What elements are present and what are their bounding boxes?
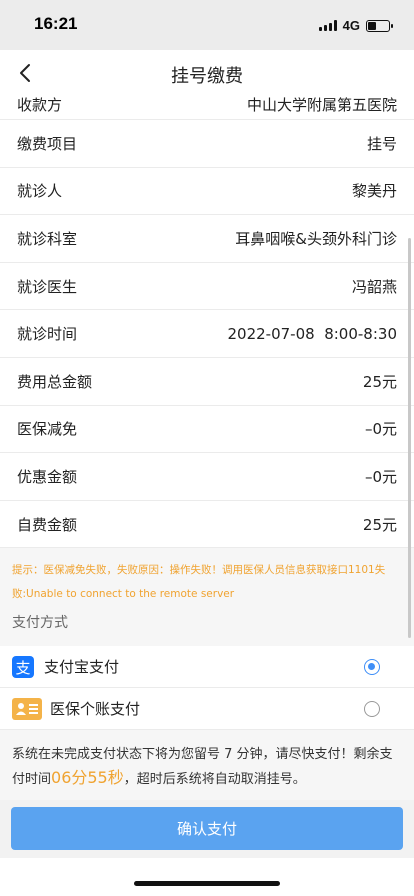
payment-option-label: 支付宝支付 [44,658,120,677]
page-title: 挂号缴费 [171,66,243,87]
tip-text-end: ，超时后系统将自动取消挂号。 [123,772,306,788]
footer-strip [0,858,414,896]
status-time: 16:21 [34,14,78,33]
svg-text:支: 支 [15,659,30,677]
payment-option-label: 医保个账支付 [50,700,141,719]
row-value: 25元 [362,372,397,391]
row-value: 中山大学附属第五医院 [246,96,397,114]
row-label: 优惠金额 [17,467,78,486]
payment-tip: 系统在未完成支付状态下将为您留号 7 分钟，请尽快支付！剩余支付时间06分55秒… [0,730,414,800]
row-label: 就诊科室 [17,229,78,248]
row-label: 费用总金额 [17,372,93,391]
radio-medical-card[interactable] [364,701,380,718]
detail-row-item: 缴费项目 挂号 [0,120,414,168]
content-scroll[interactable]: 收款方 中山大学附属第五医院 缴费项目 挂号 就诊人 黎美丹 就诊科室 耳鼻咽喉… [0,96,414,800]
row-value: 耳鼻咽喉&头颈外科门诊 [235,229,397,248]
detail-row-doctor: 就诊医生 冯韶燕 [0,262,414,311]
signal-icon [318,20,337,31]
error-notice: 提示：医保减免失败，失败原因：操作失败！调用医保人员信息获取接口1101失败:U… [0,548,414,613]
row-label: 收款方 [17,96,63,114]
detail-row-time: 就诊时间 2022-07-08 8:00-8:30 [0,310,414,358]
detail-row-discount: 优惠金额 –0元 [0,453,414,501]
row-value: 25元 [362,515,397,534]
network-type: 4G [342,18,360,33]
payment-option-alipay[interactable]: 支 支付宝支付 [0,646,414,689]
row-value: 冯韶燕 [351,277,397,296]
scrollbar[interactable] [408,238,411,638]
countdown-timer: 06分55秒 [51,768,124,788]
bottom-area: 确认支付 [0,800,414,896]
detail-row-department: 就诊科室 耳鼻咽喉&头颈外科门诊 [0,215,414,263]
nav-bar: 挂号缴费 [0,50,414,96]
detail-row-self-pay: 自费金额 25元 [0,500,414,549]
alipay-icon: 支 [12,655,34,678]
row-value: –0元 [364,420,397,439]
detail-row-patient: 就诊人 黎美丹 [0,167,414,216]
payment-section-title: 支付方式 [0,612,414,647]
row-label: 就诊人 [17,182,63,201]
row-value: 挂号 [366,134,397,153]
payment-option-medical-card[interactable]: 医保个账支付 [0,688,414,731]
row-value: –0元 [364,467,397,486]
row-label: 就诊时间 [17,325,78,344]
confirm-pay-button[interactable]: 确认支付 [11,807,403,850]
row-value: 黎美丹 [351,182,397,201]
status-indicators: 4G [318,18,393,33]
battery-icon [366,19,393,32]
row-label: 自费金额 [17,515,78,534]
row-label: 就诊医生 [17,277,78,296]
medical-card-icon [12,697,42,720]
home-indicator[interactable] [134,881,280,886]
row-label: 缴费项目 [17,134,78,153]
detail-row-payee: 收款方 中山大学附属第五医院 [0,96,414,120]
detail-row-total: 费用总金额 25元 [0,357,414,406]
radio-alipay[interactable] [364,659,380,676]
content-inner: 收款方 中山大学附属第五医院 缴费项目 挂号 就诊人 黎美丹 就诊科室 耳鼻咽喉… [0,96,414,800]
status-bar: 16:21 4G [0,0,414,50]
row-label: 医保减免 [17,420,78,439]
row-value: 2022-07-08 8:00-8:30 [227,324,398,343]
detail-row-insurance: 医保减免 –0元 [0,405,414,454]
